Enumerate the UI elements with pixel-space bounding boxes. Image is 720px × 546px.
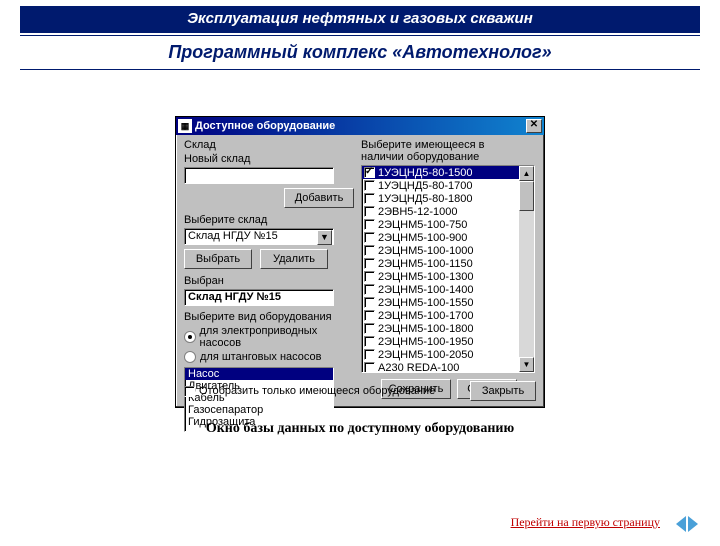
equipment-item-label: 2ЭВН5-12-1000 [378, 206, 457, 218]
equipment-item-label: 2ЭЦНМ5-100-1700 [378, 310, 474, 322]
equipment-item-label: 2ЭЦНМ5-100-1950 [378, 336, 474, 348]
checkbox-icon[interactable] [364, 349, 375, 360]
equipment-item-label: 2ЭЦНМ5-100-750 [378, 219, 467, 231]
checkbox-icon[interactable] [364, 180, 375, 191]
close-icon[interactable]: ✕ [526, 119, 542, 133]
dialog-title: Доступное оборудование [195, 120, 335, 132]
checkbox-icon[interactable] [364, 258, 375, 269]
equipment-item[interactable]: 2ЭЦНМ5-100-900 [362, 231, 534, 244]
equipment-item-label: 1УЭЦНД5-80-1700 [378, 180, 472, 192]
delete-button[interactable]: Удалить [260, 249, 328, 269]
show-only-available-label: Отобразить только имеющееся оборудование [199, 385, 466, 397]
divider [20, 69, 700, 70]
checkbox-icon[interactable] [364, 271, 375, 282]
radio-rod[interactable]: для штанговых насосов [184, 351, 354, 363]
equipment-item-label: 2ЭЦНМ5-100-2050 [378, 349, 474, 361]
checkbox-icon[interactable] [364, 232, 375, 243]
equipment-item[interactable]: 2ЭЦНМ5-100-1800 [362, 322, 534, 335]
group-label: Склад [184, 139, 354, 151]
instruction-label: Выберите имеющееся в наличии оборудовани… [361, 139, 521, 163]
equipment-item[interactable]: 2ЭЦНМ5-100-1700 [362, 309, 534, 322]
equipment-item[interactable]: 2ЭЦНМ5-100-1950 [362, 335, 534, 348]
checkbox-icon[interactable] [364, 336, 375, 347]
nav-arrows [672, 516, 702, 532]
scroll-up-icon[interactable]: ▲ [519, 166, 534, 181]
checkbox-icon[interactable] [364, 284, 375, 295]
equipment-checklist[interactable]: 1УЭЦНД5-80-15001УЭЦНД5-80-17001УЭЦНД5-80… [361, 165, 535, 373]
right-pane: Выберите имеющееся в наличии оборудовани… [361, 139, 537, 399]
show-only-available-checkbox[interactable] [184, 386, 195, 397]
checkbox-icon[interactable] [364, 219, 375, 230]
selected-label: Выбран [184, 275, 354, 287]
select-button[interactable]: Выбрать [184, 249, 252, 269]
equipment-item-label: 2ЭЦНМ5-100-1150 [378, 258, 473, 270]
available-equipment-dialog: ▦ Доступное оборудование ✕ Склад Новый с… [175, 116, 545, 408]
new-stock-label: Новый склад [184, 153, 354, 165]
checkbox-icon[interactable] [364, 193, 375, 204]
checkbox-icon[interactable] [364, 362, 375, 373]
equipment-item[interactable]: 1УЭЦНД5-80-1800 [362, 192, 534, 205]
close-button[interactable]: Закрыть [470, 381, 536, 401]
prev-page-icon[interactable] [672, 516, 686, 532]
choose-stock-value: Склад НГДУ №15 [188, 230, 278, 242]
equipment-item[interactable]: 2ЭЦНМ5-100-1400 [362, 283, 534, 296]
titlebar[interactable]: ▦ Доступное оборудование ✕ [176, 117, 544, 135]
equipment-item-label: 2ЭЦНМ5-100-1000 [378, 245, 474, 257]
equipment-item-label: 2ЭЦНМ5-100-1400 [378, 284, 474, 296]
checkbox-icon[interactable] [364, 310, 375, 321]
list-item[interactable]: Насос [185, 368, 333, 380]
next-page-icon[interactable] [688, 516, 702, 532]
dialog-footer: Отобразить только имеющееся оборудование… [184, 381, 536, 401]
radio-rod-label: для штанговых насосов [200, 351, 322, 363]
selected-stock-value: Склад НГДУ №15 [188, 291, 281, 303]
list-item[interactable]: Газосепаратор [185, 404, 333, 416]
equipment-item[interactable]: 2ЭЦНМ5-100-1550 [362, 296, 534, 309]
chevron-down-icon[interactable]: ▼ [317, 230, 332, 245]
equipment-item[interactable]: A230 REDA-100 [362, 361, 534, 373]
radio-icon [184, 331, 196, 343]
equipment-item-label: 2ЭЦНМ5-100-1300 [378, 271, 474, 283]
checkbox-icon[interactable] [364, 297, 375, 308]
figure-caption: Окно базы данных по доступному оборудова… [0, 421, 720, 437]
scroll-thumb[interactable] [519, 181, 534, 211]
equipment-type-label: Выберите вид оборудования [184, 311, 354, 323]
app-icon: ▦ [178, 119, 192, 133]
equipment-item-label: 2ЭЦНМ5-100-1550 [378, 297, 474, 309]
add-button[interactable]: Добавить [284, 188, 354, 208]
equipment-item[interactable]: 2ЭЦНМ5-100-1300 [362, 270, 534, 283]
first-page-link[interactable]: Перейти на первую страницу [511, 515, 660, 530]
page-subtitle: Программный комплекс «Автотехнолог» [0, 36, 720, 69]
equipment-item-label: 2ЭЦНМ5-100-900 [378, 232, 467, 244]
equipment-item-label: 1УЭЦНД5-80-1800 [378, 193, 472, 205]
equipment-item-label: A230 REDA-100 [378, 362, 459, 374]
equipment-item[interactable]: 1УЭЦНД5-80-1700 [362, 179, 534, 192]
equipment-item[interactable]: 2ЭЦНМ5-100-1150 [362, 257, 534, 270]
selected-stock-field: Склад НГДУ №15 [184, 289, 334, 306]
equipment-item-label: 1УЭЦНД5-80-1500 [378, 167, 472, 179]
checkbox-icon[interactable] [364, 245, 375, 256]
equipment-item[interactable]: 1УЭЦНД5-80-1500 [362, 166, 534, 179]
new-stock-input[interactable] [184, 167, 334, 184]
equipment-item[interactable]: 2ЭВН5-12-1000 [362, 205, 534, 218]
choose-stock-select[interactable]: Склад НГДУ №15 ▼ [184, 228, 334, 245]
equipment-item[interactable]: 2ЭЦНМ5-100-1000 [362, 244, 534, 257]
scrollbar[interactable]: ▲ ▼ [519, 166, 534, 372]
scroll-down-icon[interactable]: ▼ [519, 357, 534, 372]
choose-stock-label: Выберите склад [184, 214, 354, 226]
equipment-item[interactable]: 2ЭЦНМ5-100-2050 [362, 348, 534, 361]
equipment-item-label: 2ЭЦНМ5-100-1800 [378, 323, 474, 335]
radio-icon [184, 351, 196, 363]
radio-electric[interactable]: для электроприводных насосов [184, 325, 354, 349]
checkbox-icon[interactable] [364, 323, 375, 334]
equipment-item[interactable]: 2ЭЦНМ5-100-750 [362, 218, 534, 231]
radio-electric-label: для электроприводных насосов [200, 325, 354, 349]
checkbox-icon[interactable] [364, 206, 375, 217]
checkbox-icon[interactable] [364, 167, 375, 178]
page-header: Эксплуатация нефтяных и газовых скважин [20, 6, 700, 33]
